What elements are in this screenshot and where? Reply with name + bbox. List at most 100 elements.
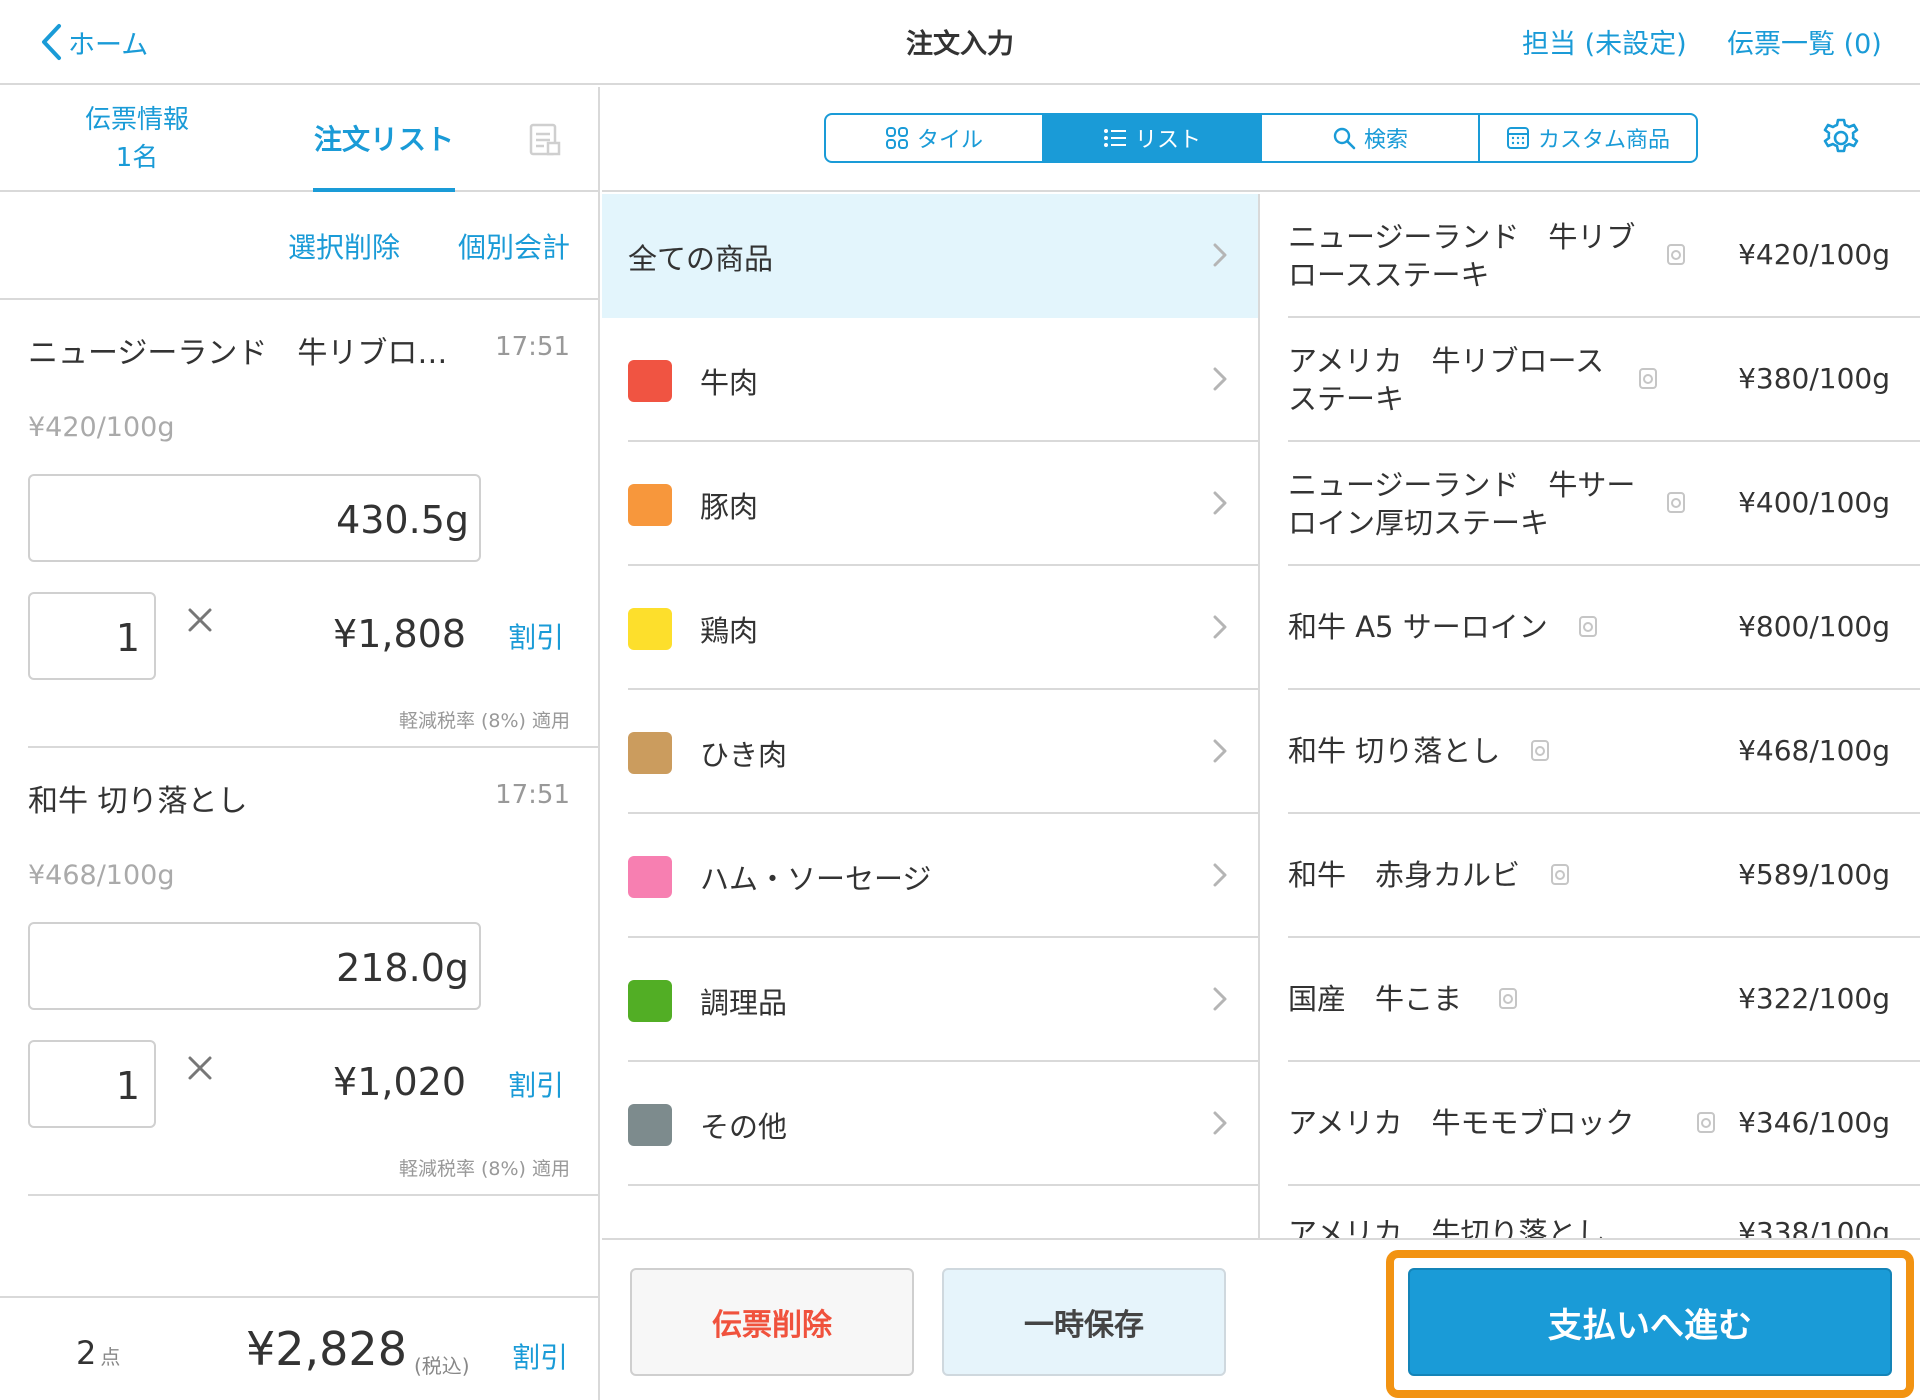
top-navigation-bar: ホーム 注文入力 担当 (未設定) 伝票一覧 (0) [0, 0, 1920, 85]
split-payment-button[interactable]: 個別会計 [458, 226, 570, 266]
category-label: 鶏肉 [700, 614, 759, 648]
tax-note: 軽減税率 (8%) 適用 [398, 710, 570, 732]
tab-search-view-label: 検索 [1363, 128, 1408, 153]
calculator-icon [1506, 127, 1529, 149]
total-amount: ¥2,828 [246, 1322, 407, 1376]
tab-list-view[interactable]: リスト [1044, 115, 1262, 161]
temporary-save-button[interactable]: 一時保存 [942, 1268, 1226, 1376]
item-discount-button[interactable]: 割引 [508, 1064, 564, 1104]
product-name-line: ロースステーキ [1288, 258, 1490, 292]
category-label: その他 [700, 1110, 788, 1144]
chevron-right-icon [1212, 736, 1228, 770]
tab-custom-product-label: カスタム商品 [1537, 128, 1670, 153]
product-name-line: ニュージーランド 牛サー [1288, 468, 1636, 502]
product-list[interactable]: ニュージーランド 牛リブ ロースステーキ ¥420/100g アメリカ 牛リブロー… [1262, 194, 1920, 1238]
product-item[interactable]: ニュージーランド 牛リブ ロースステーキ ¥420/100g [1288, 194, 1920, 318]
product-name: ニュージーランド 牛リブ ロースステーキ [1288, 218, 1635, 294]
select-delete-button[interactable]: 選択削除 [288, 226, 400, 266]
category-label: ハム・ソーセージ [700, 862, 932, 896]
category-color-swatch [628, 732, 672, 774]
category-color-swatch [628, 484, 672, 526]
home-back-label: ホーム [68, 29, 149, 61]
delete-slip-button[interactable]: 伝票削除 [630, 1268, 914, 1376]
category-color-swatch [628, 856, 672, 898]
scale-icon [1696, 1110, 1716, 1138]
view-mode-switch: タイル リスト 検索 カスタム商品 [824, 113, 1698, 163]
category-item[interactable]: その他 [602, 1062, 1258, 1186]
multiply-icon [186, 606, 214, 638]
document-icon[interactable] [528, 123, 562, 161]
search-icon [1333, 127, 1356, 150]
chevron-right-icon [1212, 240, 1228, 274]
home-back-button[interactable]: ホーム [40, 18, 148, 66]
chevron-right-icon [1212, 860, 1228, 894]
product-item[interactable]: アメリカ 牛リブロース ステーキ ¥380/100g [1288, 318, 1920, 442]
weight-input[interactable]: 218.0g [28, 922, 481, 1010]
total-discount-button[interactable]: 割引 [512, 1336, 568, 1376]
divider [28, 1194, 598, 1196]
item-count: 2点 [76, 1334, 120, 1372]
proceed-to-payment-button[interactable]: 支払いへ進む [1408, 1268, 1892, 1376]
product-name-line: ロイン厚切ステーキ [1288, 506, 1550, 540]
chevron-right-icon [1212, 1108, 1228, 1142]
order-item-unit-price: ¥468/100g [28, 860, 175, 891]
product-price: ¥400/100g [1738, 486, 1890, 519]
category-item[interactable]: 牛肉 [602, 318, 1258, 442]
tab-search-view[interactable]: 検索 [1262, 115, 1480, 161]
tab-order-list[interactable]: 注文リスト [313, 87, 455, 192]
tab-slip-info[interactable]: 伝票情報 1名 [57, 101, 217, 177]
category-item[interactable]: 調理品 [602, 938, 1258, 1062]
slip-list-button[interactable]: 伝票一覧 (0) [1727, 22, 1882, 61]
product-item[interactable]: アメリカ 牛モモブロック ¥346/100g [1288, 1062, 1920, 1186]
product-price: ¥322/100g [1738, 982, 1890, 1015]
product-name: 国産 牛こま [1288, 982, 1463, 1016]
category-item[interactable]: 豚肉 [602, 442, 1258, 566]
catalog-header: タイル リスト 検索 カスタム商品 [602, 87, 1920, 192]
product-name: アメリカ 牛モモブロック [1288, 1106, 1635, 1140]
product-name: 和牛 A5 サーロイン [1288, 610, 1548, 644]
product-item[interactable]: アメリカ 牛切り落とし ¥338/100g [1288, 1186, 1920, 1238]
category-item[interactable]: ひき肉 [602, 690, 1258, 814]
chevron-right-icon [1212, 984, 1228, 1018]
bottom-action-bar: 伝票削除 一時保存 支払いへ進む [602, 1238, 1920, 1400]
scale-icon [1530, 738, 1550, 766]
quantity-input[interactable]: 1 [28, 592, 156, 680]
product-item[interactable]: 和牛 A5 サーロイン ¥800/100g [1288, 566, 1920, 690]
order-item-price: ¥1,808 [333, 612, 466, 656]
tile-grid-icon [885, 127, 908, 149]
scale-icon [1550, 862, 1570, 890]
category-item[interactable]: ハム・ソーセージ [602, 814, 1258, 938]
scale-icon [1578, 614, 1598, 642]
category-item[interactable]: 鶏肉 [602, 566, 1258, 690]
staff-button[interactable]: 担当 (未設定) [1522, 22, 1687, 61]
tab-custom-product[interactable]: カスタム商品 [1480, 115, 1696, 161]
scale-icon [1498, 986, 1518, 1014]
tab-tile-view[interactable]: タイル [826, 115, 1044, 161]
order-item-time: 17:51 [495, 332, 570, 362]
weight-input[interactable]: 430.5g [28, 474, 481, 562]
quantity-input[interactable]: 1 [28, 1040, 156, 1128]
category-label: 牛肉 [700, 366, 759, 400]
list-icon [1103, 129, 1126, 147]
item-count-value: 2 [76, 1334, 97, 1372]
gear-icon[interactable] [1820, 117, 1862, 163]
category-item[interactable]: 全ての商品 [602, 194, 1258, 318]
order-item-time: 17:51 [495, 780, 570, 810]
scale-icon [1666, 490, 1686, 518]
product-name: アメリカ 牛切り落とし [1288, 1216, 1606, 1238]
category-color-swatch [628, 608, 672, 650]
category-list[interactable]: 全ての商品 牛肉 豚肉 鶏肉 ひき肉 ハム・ソーセージ 調理品 その他 [602, 194, 1260, 1238]
product-price: ¥338/100g [1738, 1216, 1890, 1238]
item-count-unit: 点 [100, 1345, 121, 1369]
product-item[interactable]: 国産 牛こま ¥322/100g [1288, 938, 1920, 1062]
category-label: ひき肉 [700, 738, 788, 772]
item-discount-button[interactable]: 割引 [508, 616, 564, 656]
tax-note: 軽減税率 (8%) 適用 [398, 1158, 570, 1180]
chevron-left-icon [42, 24, 61, 60]
product-item[interactable]: ニュージーランド 牛サー ロイン厚切ステーキ ¥400/100g [1288, 442, 1920, 566]
chevron-right-icon [1212, 364, 1228, 398]
category-color-swatch [628, 1104, 672, 1146]
product-item[interactable]: 和牛 切り落とし ¥468/100g [1288, 690, 1920, 814]
order-actions: 選択削除 個別会計 [0, 194, 598, 300]
product-item[interactable]: 和牛 赤身カルビ ¥589/100g [1288, 814, 1920, 938]
